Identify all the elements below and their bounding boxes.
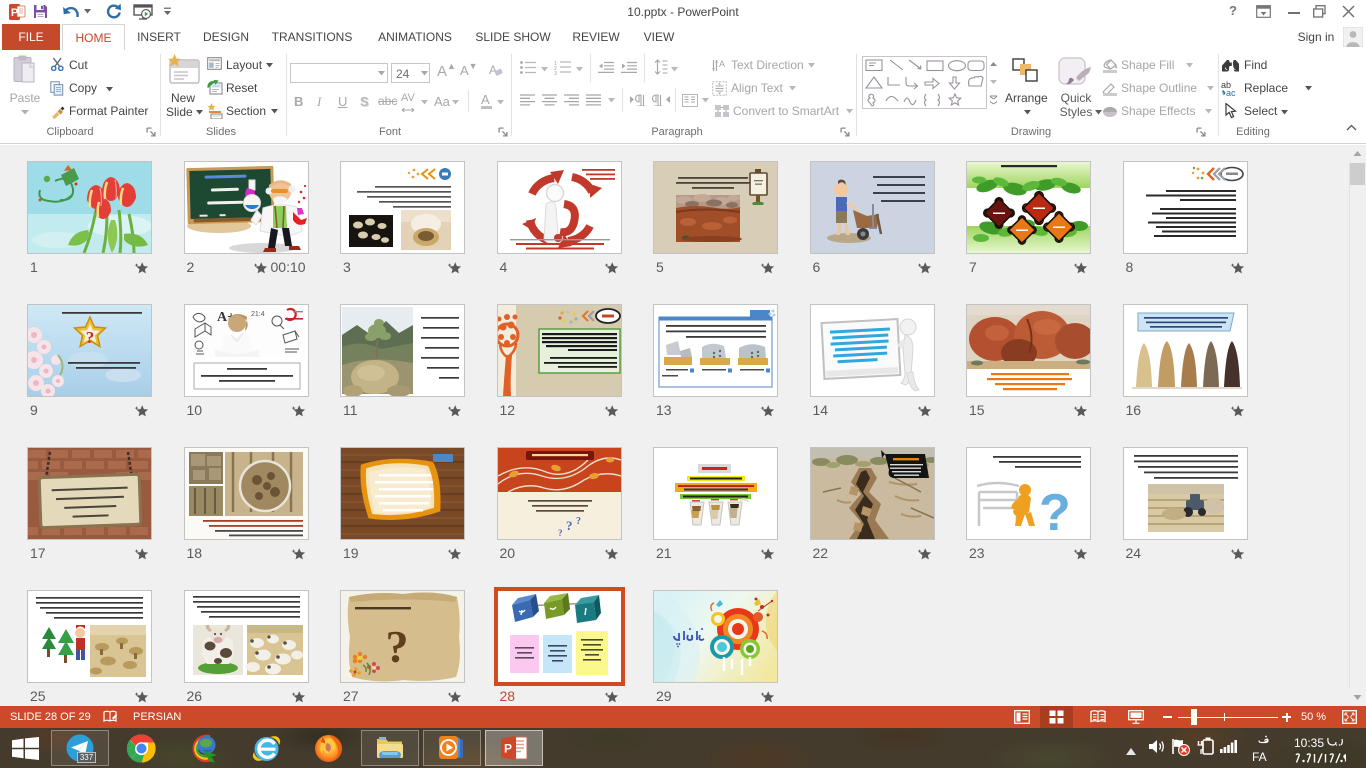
svg-text:21:4: 21:4 <box>251 311 265 318</box>
svg-text:?: ? <box>558 528 563 538</box>
svg-text:3: 3 <box>554 71 557 75</box>
svg-text:A: A <box>489 63 497 77</box>
svg-text:A: A <box>719 59 725 69</box>
svg-text:?: ? <box>1039 484 1071 539</box>
svg-text:?: ? <box>576 516 581 527</box>
svg-text:?: ? <box>566 518 573 533</box>
svg-text:?: ? <box>86 328 95 347</box>
svg-text:?: ? <box>386 621 409 672</box>
svg-text:ac: ac <box>1226 88 1236 97</box>
svg-text:P: P <box>504 742 512 756</box>
